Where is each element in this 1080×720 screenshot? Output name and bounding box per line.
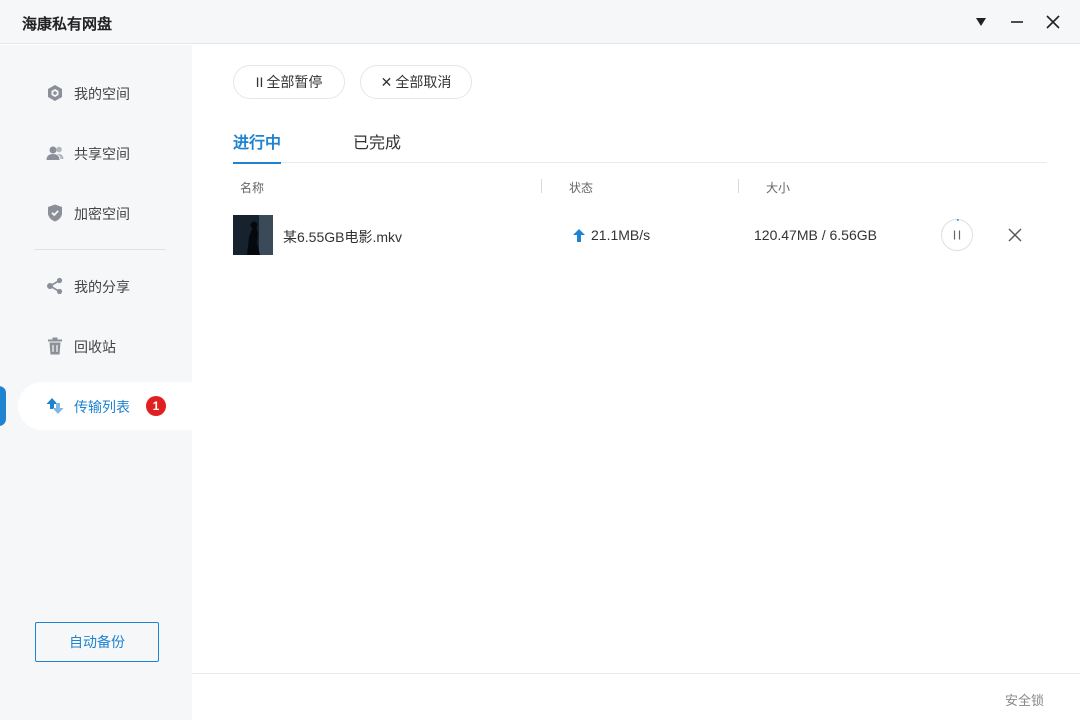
upload-arrow-icon: [573, 228, 585, 242]
sidebar-item-recycle-bin[interactable]: 回收站: [18, 322, 192, 370]
sidebar-item-my-share[interactable]: 我的分享: [18, 262, 192, 310]
tab-completed[interactable]: 已完成: [353, 129, 401, 163]
row-pause-button[interactable]: [941, 219, 973, 251]
status-footer: 安全锁: [192, 673, 1080, 720]
row-cancel-button[interactable]: [1003, 223, 1027, 247]
sidebar-item-label: 回收站: [74, 339, 116, 355]
main-panel: II 全部暂停 ✕ 全部取消 进行中 已完成 名称 状态 大小 某6.55GB电…: [192, 45, 1080, 720]
encrypted-space-icon: [48, 204, 62, 222]
sidebar-item-label: 传输列表: [74, 399, 130, 415]
pause-icon: II: [255, 74, 264, 90]
transfer-size: 120.47MB / 6.56GB: [754, 227, 877, 243]
tab-in-progress[interactable]: 进行中: [233, 129, 281, 164]
video-thumbnail: [233, 215, 273, 255]
close-icon: [1046, 15, 1060, 29]
transfer-status: 21.1MB/s: [573, 227, 650, 243]
cancel-all-button[interactable]: ✕ 全部取消: [360, 65, 472, 99]
sidebar-item-encrypted-space[interactable]: 加密空间: [18, 189, 192, 237]
cancel-all-label: 全部取消: [395, 74, 452, 90]
menu-dropdown-button[interactable]: [969, 10, 993, 34]
column-separator: [738, 179, 739, 193]
column-header-status: 状态: [569, 181, 594, 195]
sidebar-item-label: 我的空间: [74, 86, 130, 102]
auto-backup-button[interactable]: 自动备份: [35, 622, 159, 662]
transfer-row[interactable]: 某6.55GB电影.mkv 21.1MB/s 120.47MB / 6.56GB: [233, 213, 1047, 257]
recycle-bin-icon: [48, 337, 62, 355]
security-lock-label[interactable]: 安全锁: [1005, 690, 1044, 709]
sidebar-divider: [34, 249, 166, 250]
sidebar-item-label: 共享空间: [74, 146, 130, 162]
transfer-icon: [46, 398, 64, 414]
active-indicator: [0, 386, 6, 426]
sidebar-item-my-space[interactable]: 我的空间: [18, 69, 192, 117]
sidebar-item-label: 加密空间: [74, 206, 130, 222]
transfer-count-badge: 1: [146, 396, 166, 416]
pause-all-button[interactable]: II 全部暂停: [233, 65, 345, 99]
file-name: 某6.55GB电影.mkv: [283, 229, 403, 245]
share-icon: [47, 277, 63, 295]
column-header-name: 名称: [240, 181, 265, 195]
minimize-icon: [1011, 21, 1023, 23]
shared-space-icon: [46, 146, 64, 160]
sidebar-item-shared-space[interactable]: 共享空间: [18, 129, 192, 177]
pause-all-label: 全部暂停: [266, 74, 323, 90]
minimize-button[interactable]: [1005, 10, 1029, 34]
cancel-icon: ✕: [380, 73, 393, 90]
sidebar: 我的空间 共享空间 加密空间 我的分享 回收站 传输列表 1 自动备份: [0, 45, 192, 720]
transfer-tabs: 进行中 已完成: [233, 129, 1047, 164]
sidebar-item-transfer-list[interactable]: 传输列表 1: [18, 382, 192, 430]
close-window-button[interactable]: [1041, 10, 1065, 34]
sidebar-item-label: 我的分享: [74, 279, 130, 295]
column-separator: [541, 179, 542, 193]
dropdown-triangle-icon: [976, 18, 986, 26]
close-icon: [1008, 228, 1022, 242]
pause-icon: [941, 219, 973, 251]
my-space-icon: [48, 85, 62, 101]
column-header-size: 大小: [766, 181, 791, 195]
title-bar: 海康私有网盘: [0, 0, 1080, 44]
transfer-speed: 21.1MB/s: [591, 227, 651, 243]
app-title: 海康私有网盘: [22, 16, 113, 33]
